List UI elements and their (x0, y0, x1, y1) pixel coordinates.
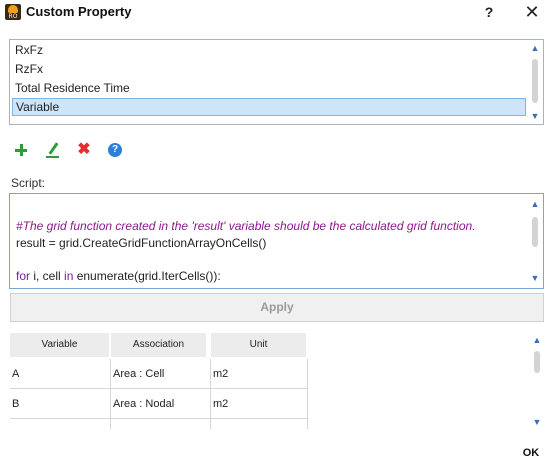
list-item[interactable]: RzFx (12, 60, 526, 78)
add-button[interactable] (12, 141, 32, 161)
property-list[interactable]: RxFz RzFx Total Residence Time Variable … (9, 39, 544, 125)
table-cell-unit[interactable]: m2 (211, 359, 308, 389)
scroll-up-icon[interactable]: ▲ (529, 199, 541, 209)
title-bar: RO Custom Property ? ✕ (0, 0, 552, 26)
scroll-down-icon[interactable]: ▼ (529, 111, 541, 121)
script-editor[interactable]: #The grid function created in the 'resul… (9, 193, 544, 289)
table-cell-association[interactable]: Coordinate : ... (111, 419, 211, 429)
column-header-unit[interactable]: Unit (211, 333, 307, 357)
help-button[interactable]: ? (480, 3, 498, 21)
column-header-variable[interactable]: Variable (10, 333, 110, 357)
property-toolbar: ✖ ? (10, 141, 130, 161)
window-title: Custom Property (26, 4, 132, 19)
table-cell-unit[interactable] (211, 419, 308, 429)
table-cell-variable[interactable]: C (10, 419, 111, 429)
info-button[interactable]: ? (105, 141, 125, 161)
code-comment-line: #The grid function created in the 'resul… (16, 219, 476, 233)
table-scrollbar[interactable]: ▲ ▼ (530, 333, 544, 429)
script-label: Script: (11, 176, 46, 190)
list-scrollbar[interactable]: ▲ ▼ (528, 41, 542, 123)
close-button[interactable]: ✕ (522, 2, 542, 22)
script-scrollbar[interactable]: ▲ ▼ (528, 195, 542, 287)
table-cell-variable[interactable]: B (10, 389, 111, 419)
list-item-selected[interactable]: Variable (12, 98, 526, 116)
column-header-association[interactable]: Association (111, 333, 207, 357)
variables-table: Variable Association Unit A Area : Cell … (10, 333, 308, 429)
code-line: for i, cell in enumerate(grid.IterCells(… (16, 269, 221, 283)
scroll-down-icon[interactable]: ▼ (529, 273, 541, 283)
scroll-thumb[interactable] (534, 351, 540, 373)
table-cell-unit[interactable]: m2 (211, 389, 308, 419)
delete-icon: ✖ (77, 141, 91, 158)
scroll-down-icon[interactable]: ▼ (531, 417, 543, 427)
scroll-up-icon[interactable]: ▲ (531, 335, 543, 345)
edit-button[interactable] (43, 141, 63, 161)
list-item[interactable]: RxFz (12, 41, 526, 59)
code-line: result = grid.CreateGridFunctionArrayOnC… (16, 236, 267, 250)
help-icon: ? (108, 143, 122, 157)
table-cell-variable[interactable]: A (10, 359, 111, 389)
apply-button[interactable]: Apply (10, 293, 544, 322)
scroll-thumb[interactable] (532, 217, 538, 247)
pencil-icon (48, 142, 59, 155)
ok-button[interactable]: OK (518, 445, 544, 461)
scroll-up-icon[interactable]: ▲ (529, 43, 541, 53)
app-logo-icon: RO (5, 4, 21, 20)
table-cell-association[interactable]: Area : Nodal (111, 389, 211, 419)
delete-button[interactable]: ✖ (74, 141, 94, 161)
table-cell-association[interactable]: Area : Cell (111, 359, 211, 389)
list-item[interactable]: Total Residence Time (12, 79, 526, 97)
scroll-thumb[interactable] (532, 59, 538, 103)
